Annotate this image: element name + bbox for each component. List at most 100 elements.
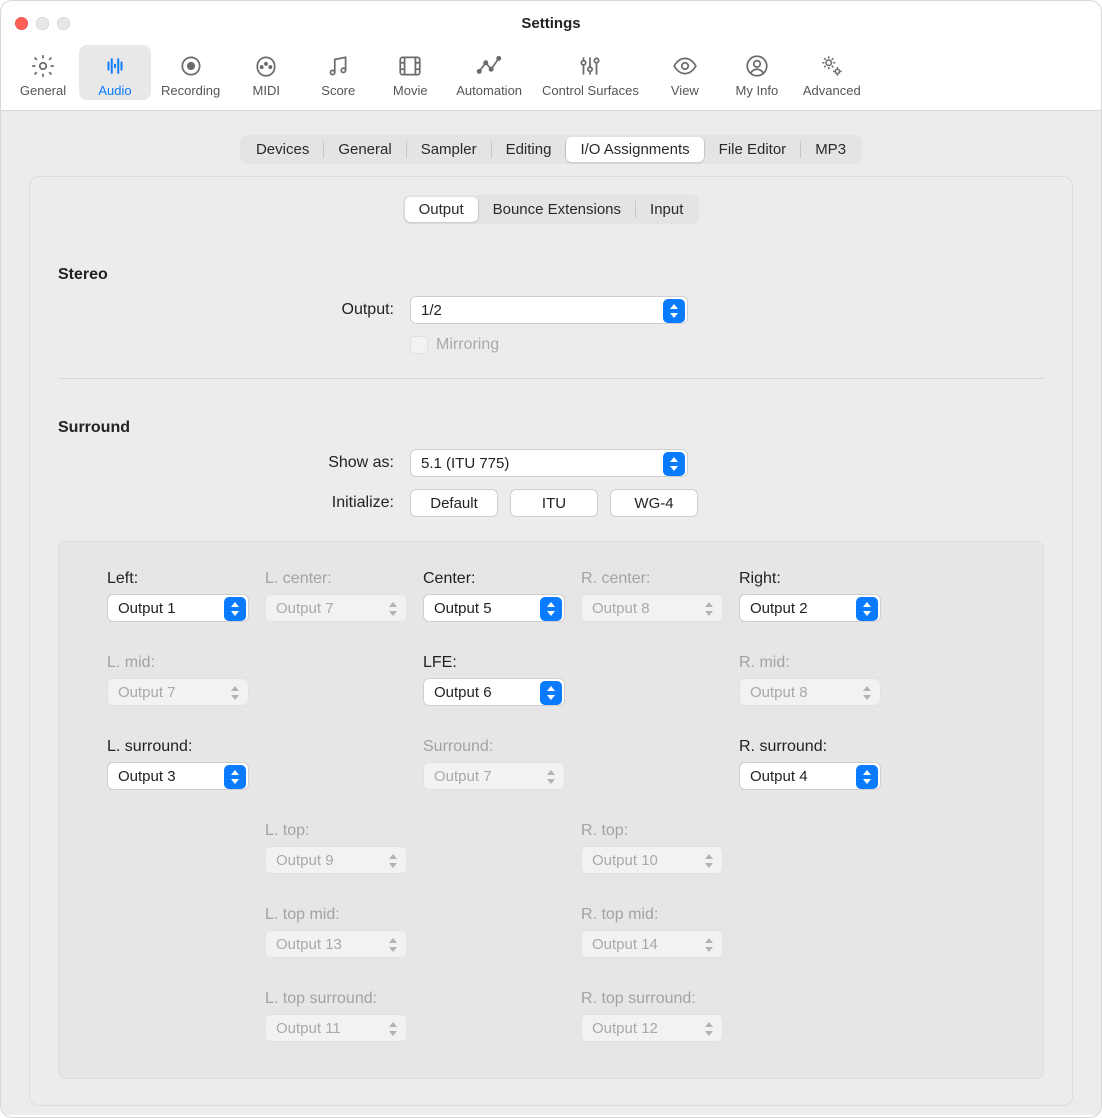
toolbar-tab-label: Audio [98,83,131,98]
channel-cell-center: Center:Output 5 [423,570,581,632]
showas-popup[interactable]: 5.1 (ITU 775) [410,449,688,477]
channel-output-value: Output 2 [740,600,818,617]
settings-toolbar: General Audio Recording MIDI Score Movie Autom… [1,45,1101,111]
grid-gap [423,974,581,984]
film-icon [395,51,425,81]
audio-tab-file-editor[interactable]: File Editor [705,137,801,162]
toolbar-tab-movie[interactable]: Movie [374,45,446,100]
channel-cell-r-top-surround: R. top surround:Output 12 [581,990,739,1052]
sliders-icon [575,51,605,81]
toolbar-tab-label: General [20,83,66,98]
grid-gap [265,974,423,984]
toolbar-tab-advanced[interactable]: Advanced [793,45,871,100]
surround-initialize-row: Initialize: DefaultITUWG-4 [30,483,1072,523]
toolbar-tab-score[interactable]: Score [302,45,374,100]
channel-cell-l-top: L. top:Output 9 [265,822,423,884]
toolbar-tab-myinfo[interactable]: My Info [721,45,793,100]
channel-output-value: Output 10 [582,852,668,869]
channel-output-popup-r-surround[interactable]: Output 4 [739,762,881,790]
channel-cell-l-surround: L. surround:Output 3 [107,738,265,800]
audio-tab-i-o-assignments[interactable]: I/O Assignments [566,137,703,162]
channel-output-value: Output 5 [424,600,502,617]
channel-output-value: Output 8 [740,684,818,701]
toolbar-tab-label: Advanced [803,83,861,98]
up-down-arrows-icon [698,1017,720,1041]
audio-tab-general[interactable]: General [324,137,405,162]
channel-label: R. top: [581,822,739,840]
grid-gap [107,806,265,816]
channel-label: L. top mid: [265,906,423,924]
io-tab-output[interactable]: Output [405,197,478,222]
toolbar-tab-recording[interactable]: Recording [151,45,230,100]
empty-cell [265,738,423,800]
channel-cell-r-top: R. top: Output 10 [581,822,739,884]
audio-subsection-row: DevicesGeneralSamplerEditingI/O Assignme… [1,111,1101,176]
audio-subsection-picker: DevicesGeneralSamplerEditingI/O Assignme… [240,135,862,164]
zoom-window-button[interactable] [57,17,70,30]
gears-icon [817,51,847,81]
audio-tab-sampler[interactable]: Sampler [407,137,491,162]
up-down-arrows-icon [856,765,878,789]
up-down-arrows-icon [698,597,720,621]
content-area: DevicesGeneralSamplerEditingI/O Assignme… [1,111,1101,1115]
toolbar-tab-general[interactable]: General [7,45,79,100]
initialize-default-button[interactable]: Default [410,489,498,517]
channel-output-popup-l-top-surround: Output 11 [265,1014,407,1042]
empty-cell [107,990,265,1052]
empty-cell [423,990,581,1052]
section-divider [58,378,1044,379]
io-tab-bounce-extensions[interactable]: Bounce Extensions [479,197,635,222]
grid-gap [581,974,739,984]
channel-output-value: Output 7 [424,768,502,785]
gear-icon [28,51,58,81]
audio-tab-devices[interactable]: Devices [242,137,323,162]
close-window-button[interactable] [15,17,28,30]
channel-output-popup-l-center: Output 7 [265,594,407,622]
channel-output-popup-right[interactable]: Output 2 [739,594,881,622]
channel-output-popup-l-surround[interactable]: Output 3 [107,762,249,790]
toolbar-tab-view[interactable]: View [649,45,721,100]
up-down-arrows-icon [382,933,404,957]
toolbar-tab-label: MIDI [253,83,280,98]
up-down-arrows-icon [382,597,404,621]
channel-label: L. top surround: [265,990,423,1008]
channel-label: L. center: [265,570,423,588]
settings-window: Settings GeneralAudioRecordingMIDIScoreM… [0,0,1102,1118]
grid-gap [423,806,581,816]
grid-gap [265,890,423,900]
grid-gap [423,890,581,900]
audio-tab-editing[interactable]: Editing [492,137,566,162]
grid-gap [739,722,897,732]
initialize-itu-button[interactable]: ITU [510,489,598,517]
toolbar-tab-automation[interactable]: Automation [446,45,532,100]
up-down-arrows-icon [540,681,562,705]
toolbar-tab-label: Movie [393,83,428,98]
initialize-wg-4-button[interactable]: WG-4 [610,489,698,517]
empty-cell [107,906,265,968]
grid-gap [581,890,739,900]
stereo-heading: Stereo [30,244,1072,290]
empty-cell [581,738,739,800]
up-down-arrows-icon [224,597,246,621]
minimize-window-button[interactable] [36,17,49,30]
toolbar-tab-audio[interactable]: Audio [79,45,151,100]
toolbar-tab-surfaces[interactable]: Control Surfaces [532,45,649,100]
grid-gap [739,890,897,900]
eye-icon [670,51,700,81]
grid-gap [739,806,897,816]
channel-output-popup-left[interactable]: Output 1 [107,594,249,622]
empty-cell [581,654,739,716]
stereo-output-popup[interactable]: 1/2 [410,296,688,324]
channel-output-popup-center[interactable]: Output 5 [423,594,565,622]
up-down-arrows-icon [224,681,246,705]
channel-cell-l-top-mid: L. top mid:Output 13 [265,906,423,968]
up-down-arrows-icon [540,597,562,621]
io-tab-input[interactable]: Input [636,197,697,222]
channel-output-popup-lfe[interactable]: Output 6 [423,678,565,706]
empty-cell [739,906,897,968]
channel-output-popup-r-top: Output 10 [581,846,723,874]
toolbar-tab-midi[interactable]: MIDI [230,45,302,100]
audio-tab-mp3[interactable]: MP3 [801,137,860,162]
channel-output-value: Output 3 [108,768,186,785]
mirroring-label: Mirroring [436,336,499,354]
